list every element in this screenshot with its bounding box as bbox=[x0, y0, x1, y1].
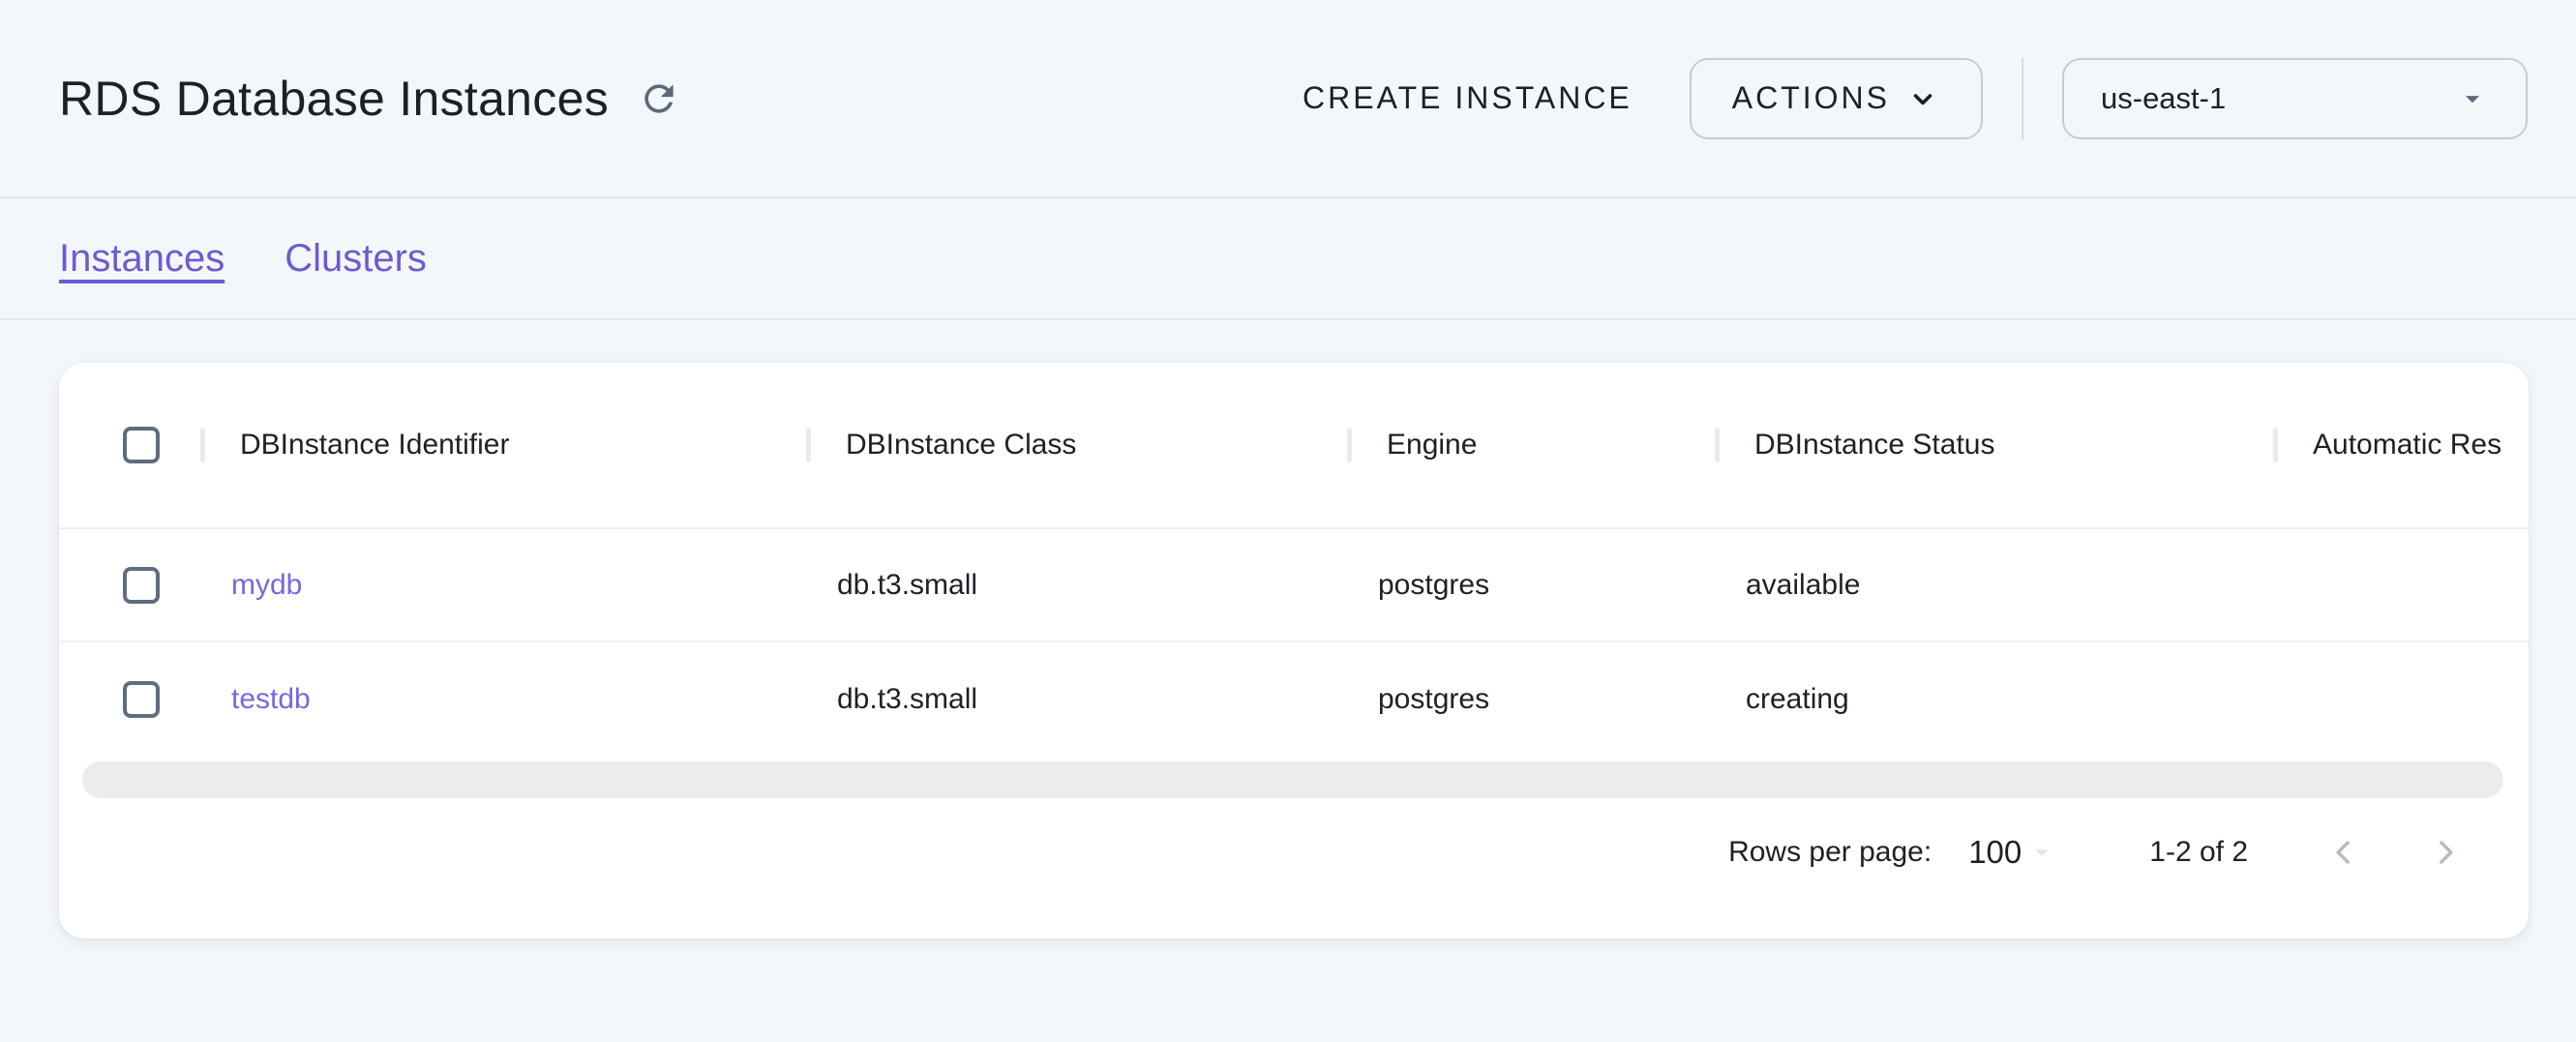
column-divider bbox=[1347, 428, 1352, 462]
column-header-dbinstance-class[interactable]: DBInstance Class bbox=[846, 429, 1076, 461]
chevron-left-icon bbox=[2324, 833, 2363, 872]
cell-engine: postgres bbox=[1347, 569, 1715, 602]
rows-per-page-select[interactable]: 100 bbox=[1968, 834, 2022, 871]
cell-engine: postgres bbox=[1347, 683, 1715, 716]
rds-instances-page: RDS Database Instances CREATE INSTANCE A… bbox=[0, 0, 2576, 938]
cell-status: available bbox=[1715, 569, 2273, 602]
cell-identifier: mydb bbox=[200, 569, 806, 602]
region-selector-value: us-east-1 bbox=[2101, 81, 2226, 116]
horizontal-scrollbar bbox=[59, 756, 2529, 816]
tab-clusters[interactable]: Clusters bbox=[285, 237, 427, 281]
table-row-mydb: mydb db.t3.small postgres available bbox=[59, 529, 2529, 642]
header-checkbox-cell bbox=[59, 427, 200, 463]
chevron-right-icon bbox=[2426, 833, 2465, 872]
pagination-range: 1-2 of 2 bbox=[2149, 836, 2248, 869]
row-checkbox[interactable] bbox=[123, 567, 160, 604]
table-pagination: Rows per page: 100 1-2 of 2 bbox=[59, 816, 2529, 937]
dropdown-arrow-icon bbox=[2027, 838, 2056, 867]
column-header-dbinstance-status[interactable]: DBInstance Status bbox=[1754, 429, 1994, 461]
page-header: RDS Database Instances CREATE INSTANCE A… bbox=[0, 0, 2576, 198]
refresh-button[interactable] bbox=[638, 77, 680, 120]
header-cell: DBInstance Class bbox=[806, 428, 1347, 462]
create-instance-button[interactable]: CREATE INSTANCE bbox=[1303, 80, 1632, 116]
toolbar: CREATE INSTANCE ACTIONS us-east-1 bbox=[1303, 58, 2528, 139]
table-header-row: DBInstance Identifier DBInstance Class E… bbox=[59, 363, 2529, 529]
actions-button-label: ACTIONS bbox=[1732, 80, 1890, 116]
chevron-down-icon bbox=[1905, 81, 1940, 116]
tab-instances[interactable]: Instances bbox=[59, 237, 225, 281]
header-cell: Automatic Res bbox=[2273, 428, 2529, 462]
region-selector[interactable]: us-east-1 bbox=[2062, 58, 2528, 139]
header-cell: DBInstance Identifier bbox=[200, 428, 806, 462]
cell-identifier: testdb bbox=[200, 683, 806, 716]
header-cell: Engine bbox=[1347, 428, 1715, 462]
column-divider bbox=[200, 428, 205, 462]
rows-per-page-dropdown[interactable] bbox=[2027, 838, 2056, 867]
column-header-engine[interactable]: Engine bbox=[1387, 429, 1477, 461]
column-header-automatic-res[interactable]: Automatic Res bbox=[2313, 429, 2501, 461]
next-page-button[interactable] bbox=[2424, 831, 2467, 874]
column-divider bbox=[2273, 428, 2278, 462]
instance-link-testdb[interactable]: testdb bbox=[231, 683, 311, 715]
actions-button[interactable]: ACTIONS bbox=[1690, 58, 1983, 139]
cell-class: db.t3.small bbox=[806, 683, 1347, 716]
table-row-testdb: testdb db.t3.small postgres creating bbox=[59, 642, 2529, 756]
instances-table-card: DBInstance Identifier DBInstance Class E… bbox=[59, 363, 2529, 938]
cell-status: creating bbox=[1715, 683, 2273, 716]
tabs-bar: Instances Clusters bbox=[0, 198, 2576, 320]
row-checkbox-cell bbox=[59, 681, 200, 718]
column-divider bbox=[1715, 428, 1720, 462]
page-title: RDS Database Instances bbox=[59, 71, 609, 127]
refresh-icon bbox=[638, 77, 680, 120]
previous-page-button[interactable] bbox=[2322, 831, 2365, 874]
header-cell: DBInstance Status bbox=[1715, 428, 2273, 462]
column-divider bbox=[806, 428, 811, 462]
rows-per-page-label: Rows per page: bbox=[1728, 836, 1932, 869]
column-header-dbinstance-identifier[interactable]: DBInstance Identifier bbox=[240, 429, 509, 461]
dropdown-arrow-icon bbox=[2456, 82, 2489, 115]
instance-link-mydb[interactable]: mydb bbox=[231, 569, 302, 601]
horizontal-scrollbar-thumb[interactable] bbox=[82, 761, 2503, 798]
cell-class: db.t3.small bbox=[806, 569, 1347, 602]
row-checkbox[interactable] bbox=[123, 681, 160, 718]
toolbar-divider bbox=[2022, 58, 2023, 139]
select-all-checkbox[interactable] bbox=[123, 427, 160, 463]
row-checkbox-cell bbox=[59, 567, 200, 604]
